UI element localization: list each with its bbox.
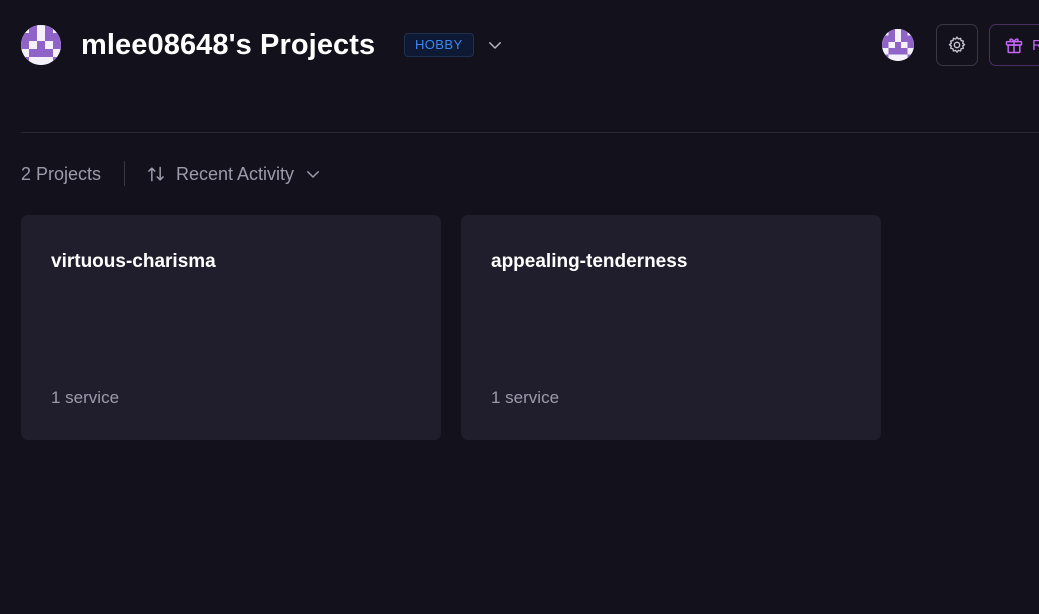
page-title: mlee08648's Projects	[81, 29, 376, 61]
project-name: appealing-tenderness	[491, 251, 688, 272]
toolbar-divider	[124, 161, 125, 186]
project-card[interactable]: appealing-tenderness 1 service	[461, 215, 881, 440]
referral-label: R	[1032, 37, 1039, 54]
team-switcher-chevron[interactable]	[484, 34, 506, 56]
checker-avatar-icon	[21, 25, 61, 65]
service-count: 1 service	[51, 388, 120, 407]
project-card[interactable]: virtuous-charisma 1 service	[21, 215, 441, 440]
referral-button[interactable]: R	[989, 24, 1039, 66]
team-avatar[interactable]	[21, 25, 61, 65]
sort-dropdown[interactable]: Recent Activity	[146, 161, 322, 187]
user-avatar[interactable]	[882, 29, 914, 61]
settings-button[interactable]	[936, 24, 978, 66]
project-name: virtuous-charisma	[51, 251, 216, 272]
project-count: 2 Projects	[21, 164, 102, 184]
checker-avatar-icon	[882, 29, 914, 61]
chevron-down-icon	[489, 42, 501, 49]
sort-arrows-icon	[148, 166, 164, 182]
chevron-down-icon	[307, 171, 320, 178]
header: mlee08648's Projects HOBBY	[0, 0, 1039, 92]
gift-icon	[1005, 38, 1023, 54]
header-divider	[21, 132, 1039, 133]
gear-icon	[948, 36, 966, 53]
service-count: 1 service	[491, 388, 560, 407]
sort-label: Recent Activity	[176, 163, 295, 184]
projects-page: mlee08648's Projects HOBBY 2 Projects Re…	[0, 0, 1039, 614]
plan-badge: HOBBY	[404, 33, 474, 57]
